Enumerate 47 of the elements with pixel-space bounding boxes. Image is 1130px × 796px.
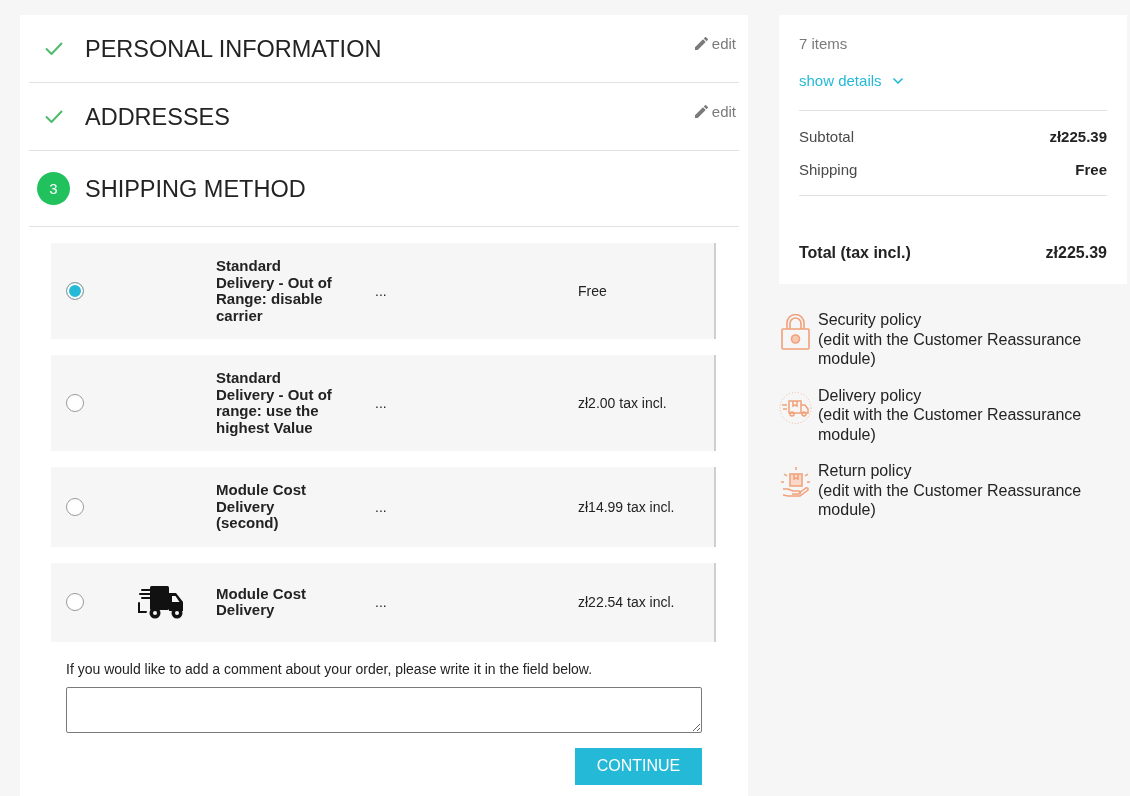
total-value: zł225.39 xyxy=(1045,244,1107,262)
summary-label: Subtotal xyxy=(799,128,855,145)
check-icon xyxy=(44,42,63,55)
items-count: 7 items xyxy=(799,34,849,54)
check-icon xyxy=(44,110,63,123)
edit-link[interactable]: edit xyxy=(694,34,736,52)
policy-description: (edit with the Customer Reassurance module) xyxy=(818,480,1083,520)
summary-label: Shipping xyxy=(799,161,858,178)
policy-title: Return policy xyxy=(818,461,913,481)
shipping-option[interactable]: Standard Delivery - Out of range: use the highest Value ... zł2.00 tax incl. xyxy=(51,355,716,451)
delivery-time: ... xyxy=(375,395,388,411)
radio-button[interactable] xyxy=(66,394,84,412)
summary-value: zł225.39 xyxy=(1049,128,1107,145)
carrier-name: Module Cost Delivery (second) xyxy=(216,482,307,532)
policy-title: Security policy xyxy=(818,310,923,330)
shipping-option[interactable]: Standard Delivery - Out of Range: disable carrier ... Free xyxy=(51,243,716,339)
shipping-option[interactable]: Module Cost Delivery ... zł22.54 tax incl. xyxy=(51,562,716,642)
pencil-icon xyxy=(694,104,708,118)
delivery-truck-icon xyxy=(779,389,812,426)
step-number: 3 xyxy=(37,172,70,205)
step-title: SHIPPING METHOD xyxy=(85,174,307,204)
policy-title: Delivery policy xyxy=(818,385,923,405)
radio-button[interactable] xyxy=(66,593,84,611)
pencil-icon xyxy=(694,36,708,50)
total-label: Total (tax incl.) xyxy=(799,244,911,262)
carrier-name: Standard Delivery - Out of range: use the highest Value xyxy=(216,370,333,436)
edit-link[interactable]: edit xyxy=(694,102,736,120)
shipping-price: zł14.99 tax incl. xyxy=(578,498,676,515)
radio-button[interactable] xyxy=(66,497,84,516)
shipping-price: zł2.00 tax incl. xyxy=(578,395,668,411)
carrier-name: Module Cost Delivery xyxy=(216,585,307,619)
radio-button[interactable] xyxy=(66,282,84,300)
comment-field[interactable] xyxy=(66,686,702,733)
step-title: PERSONAL INFORMATION xyxy=(85,34,383,64)
lock-icon xyxy=(779,314,812,350)
step-title: ADDRESSES xyxy=(85,102,231,132)
shipping-price: zł22.54 tax incl. xyxy=(578,594,676,610)
shipping-option[interactable]: Module Cost Delivery (second) ... zł14.99 tax incl. xyxy=(51,467,716,547)
shipping-price: Free xyxy=(578,283,608,299)
summary-value: Free xyxy=(1075,161,1107,178)
policy-description: (edit with the Customer Reassurance module) xyxy=(818,329,1083,369)
policy-description: (edit with the Customer Reassurance module) xyxy=(818,405,1083,444)
comment-label: If you would like to add a comment about your order, please write it in the field below. xyxy=(66,659,594,678)
delivery-time: ... xyxy=(375,498,388,515)
delivery-time: ... xyxy=(375,283,388,299)
carrier-name: Standard Delivery - Out of Range: disable carrier xyxy=(216,258,333,324)
delivery-time: ... xyxy=(375,594,388,610)
